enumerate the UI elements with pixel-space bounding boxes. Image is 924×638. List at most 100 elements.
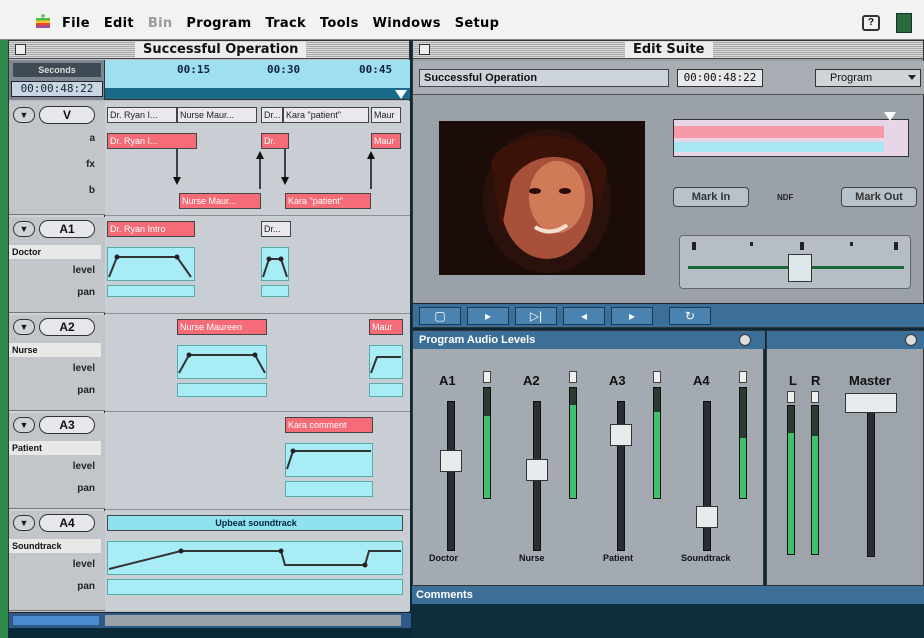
channel-fader-knob[interactable] bbox=[610, 424, 632, 447]
channel-label-a4: A4 bbox=[693, 373, 710, 388]
video-clip[interactable]: Nurse Maur... bbox=[177, 107, 257, 123]
pan-envelope[interactable] bbox=[369, 383, 403, 397]
channel-name-doctor: Doctor bbox=[429, 553, 458, 563]
track-toggle-v[interactable]: ▼ bbox=[13, 107, 35, 123]
playhead-marker[interactable] bbox=[884, 112, 896, 121]
mini-timeline[interactable] bbox=[673, 112, 909, 157]
close-box-icon[interactable] bbox=[419, 44, 430, 55]
pan-envelope[interactable] bbox=[107, 579, 403, 595]
level-label: level bbox=[72, 363, 95, 374]
video-clip[interactable]: Kara "patient" bbox=[283, 107, 369, 123]
menu-track[interactable]: Track bbox=[265, 16, 305, 31]
timeline-title: Successful Operation bbox=[135, 42, 307, 58]
menu-tools[interactable]: Tools bbox=[320, 16, 359, 31]
play-button[interactable]: ▸ bbox=[467, 307, 509, 325]
application-menu-icon[interactable] bbox=[896, 13, 912, 33]
comments-panel[interactable]: Comments bbox=[412, 586, 924, 604]
menu-file[interactable]: File bbox=[62, 16, 90, 31]
close-icon[interactable] bbox=[739, 334, 751, 346]
video-clip-b[interactable]: Nurse Maur... bbox=[179, 193, 261, 209]
channel-fader-knob[interactable] bbox=[440, 449, 462, 472]
close-icon[interactable] bbox=[905, 334, 917, 346]
track-head-a2: ▼ A2 Nurse level pan bbox=[9, 315, 105, 411]
video-clip[interactable]: Maur bbox=[371, 107, 401, 123]
track-name-a1[interactable]: A1 bbox=[39, 220, 95, 238]
ruler-bar bbox=[105, 88, 410, 99]
audio-clip[interactable]: Upbeat soundtrack bbox=[107, 515, 403, 531]
pan-label: pan bbox=[77, 581, 95, 592]
menu-program[interactable]: Program bbox=[186, 16, 251, 31]
playhead-marker[interactable] bbox=[395, 90, 407, 99]
source-select[interactable]: Program bbox=[815, 69, 921, 87]
audio-clip[interactable]: Nurse Maureen bbox=[177, 319, 267, 335]
sequence-name: Successful Operation bbox=[419, 69, 669, 87]
step-forward-button[interactable]: ▸ bbox=[611, 307, 653, 325]
track-toggle-a4[interactable]: ▼ bbox=[13, 515, 35, 531]
audio-clip[interactable]: Kara comment bbox=[285, 417, 373, 433]
channel-fader-knob[interactable] bbox=[526, 458, 548, 481]
meter-peak bbox=[483, 371, 491, 383]
pan-envelope[interactable] bbox=[177, 383, 267, 397]
timeline-lanes[interactable]: Dr. Ryan I... Nurse Maur... Dr... Kara "… bbox=[105, 101, 410, 611]
track-name-a2[interactable]: A2 bbox=[39, 318, 95, 336]
jog-thumb[interactable] bbox=[788, 254, 812, 282]
audio-levels-title: Program Audio Levels bbox=[419, 334, 536, 346]
zoom-slider[interactable] bbox=[13, 616, 99, 625]
mark-in-button[interactable]: Mark In bbox=[673, 187, 749, 207]
track-head-v: ▼ V a fx b bbox=[9, 101, 105, 215]
track-name-v[interactable]: V bbox=[39, 106, 95, 124]
timeline-bottom-bar bbox=[9, 612, 411, 628]
timeline-title-bar[interactable]: Successful Operation bbox=[9, 41, 409, 59]
horizontal-scrollbar[interactable] bbox=[105, 615, 401, 626]
video-clip-a[interactable]: Dr. Ryan I... bbox=[107, 133, 197, 149]
track-name-a3[interactable]: A3 bbox=[39, 416, 95, 434]
pan-envelope[interactable] bbox=[285, 481, 373, 497]
transport-bar: ▢ ▸ ▷| ◂ ▸ ↻ bbox=[413, 303, 924, 327]
ruler-tick: 00:30 bbox=[267, 63, 301, 76]
edit-suite-title-bar[interactable]: Edit Suite bbox=[413, 41, 923, 59]
master-meter-right bbox=[811, 405, 819, 555]
step-back-button[interactable]: ◂ bbox=[563, 307, 605, 325]
meter-level bbox=[570, 404, 576, 498]
track-toggle-a3[interactable]: ▼ bbox=[13, 417, 35, 433]
audio-clip[interactable]: Dr... bbox=[261, 221, 291, 237]
comments-area[interactable] bbox=[412, 604, 924, 638]
menu-setup[interactable]: Setup bbox=[455, 16, 499, 31]
meter-peak bbox=[811, 391, 819, 403]
timeline-timecode[interactable]: 00:00:48:22 bbox=[11, 81, 103, 97]
channel-meter bbox=[739, 387, 747, 499]
menu-windows[interactable]: Windows bbox=[373, 16, 441, 31]
edit-timecode[interactable]: 00:00:48:22 bbox=[677, 69, 763, 87]
meter-level bbox=[484, 415, 490, 498]
channel-fader-knob[interactable] bbox=[696, 505, 718, 528]
mark-out-button[interactable]: Mark Out bbox=[841, 187, 917, 207]
track-toggle-a1[interactable]: ▼ bbox=[13, 221, 35, 237]
video-clip-b[interactable]: Kara "patient" bbox=[285, 193, 371, 209]
audio-clip[interactable]: Maur bbox=[369, 319, 403, 335]
master-fader-knob[interactable] bbox=[845, 393, 897, 413]
close-box-icon[interactable] bbox=[15, 44, 26, 55]
audio-clip[interactable]: Dr. Ryan Intro bbox=[107, 221, 195, 237]
video-clip-a[interactable]: Dr. bbox=[261, 133, 289, 149]
time-ruler[interactable]: 00:15 00:30 00:45 bbox=[105, 60, 410, 100]
menu-edit[interactable]: Edit bbox=[104, 16, 134, 31]
menu-bin[interactable]: Bin bbox=[148, 16, 173, 31]
loop-icon[interactable]: ↻ bbox=[669, 307, 711, 325]
meter-level bbox=[788, 432, 794, 554]
video-clip[interactable]: Dr. Ryan I... bbox=[107, 107, 177, 123]
track-name-a4[interactable]: A4 bbox=[39, 514, 95, 532]
master-meter-left bbox=[787, 405, 795, 555]
help-icon[interactable]: ? bbox=[862, 15, 880, 31]
lane-divider bbox=[105, 509, 410, 510]
video-clip[interactable]: Dr... bbox=[261, 107, 283, 123]
jog-shuttle[interactable] bbox=[679, 235, 911, 289]
seconds-label[interactable]: Seconds bbox=[13, 63, 101, 77]
track-toggle-a2[interactable]: ▼ bbox=[13, 319, 35, 335]
transition-arrows bbox=[173, 149, 375, 189]
play-to-end-button[interactable]: ▷| bbox=[515, 307, 557, 325]
ruler-tick: 00:45 bbox=[359, 63, 393, 76]
video-clip-a[interactable]: Maur bbox=[371, 133, 401, 149]
apple-menu-icon[interactable] bbox=[36, 14, 50, 30]
channel-fader-slot bbox=[703, 401, 711, 551]
stop-button[interactable]: ▢ bbox=[419, 307, 461, 325]
